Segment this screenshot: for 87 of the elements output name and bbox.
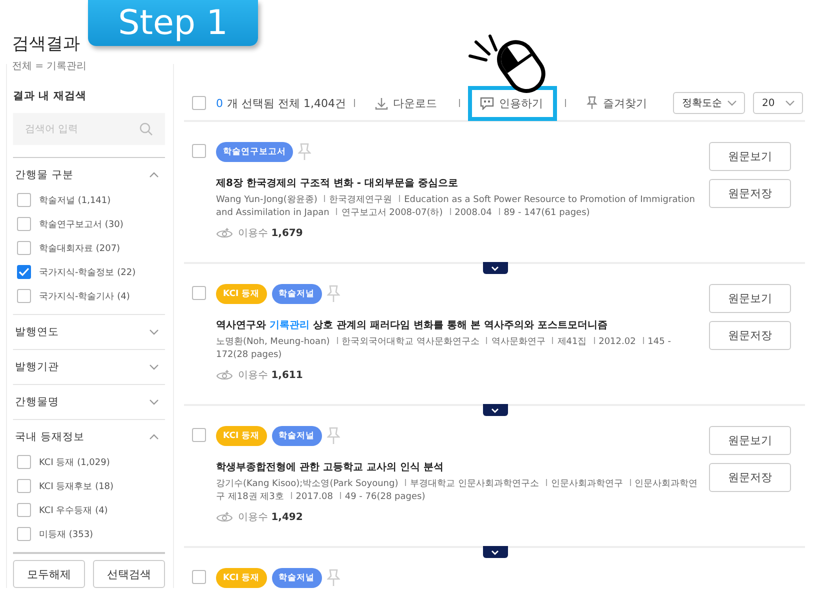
step-badge: Step 1 xyxy=(88,0,258,46)
eye-icon xyxy=(216,227,233,239)
filter-option[interactable]: KCI 등재 (1,029) xyxy=(39,456,110,468)
filter-option[interactable]: 국가지식-학술기사 (4) xyxy=(39,290,130,302)
checkbox[interactable] xyxy=(192,286,206,300)
filter-section-header[interactable]: 간행물명 xyxy=(13,385,165,419)
checkbox[interactable] xyxy=(17,193,31,207)
chevron-down-icon xyxy=(491,550,499,554)
chevron-up-icon xyxy=(149,172,159,178)
save-original-button[interactable]: 원문저장 xyxy=(709,179,791,208)
save-original-button[interactable]: 원문저장 xyxy=(709,463,791,492)
filter-option[interactable]: KCI 등재후보 (18) xyxy=(39,480,114,492)
filter-option[interactable]: KCI 우수등재 (4) xyxy=(39,504,108,516)
chevron-down-icon xyxy=(149,329,159,335)
chevron-down-icon xyxy=(491,408,499,412)
checkbox[interactable] xyxy=(192,570,206,584)
refine-search-label: 결과 내 재검색 xyxy=(13,89,88,103)
checkbox[interactable] xyxy=(17,527,31,541)
filter-section-header[interactable]: 발행기관 xyxy=(13,350,165,384)
checkbox[interactable] xyxy=(192,144,206,158)
checkbox[interactable] xyxy=(17,503,31,517)
checkbox[interactable] xyxy=(192,428,206,442)
result-metadata: 노명환(Noh, Meung-hoan) 한국외국어대학교 역사문화연구소 역사문화연구 제41집 2012.02 145 - 172(28 pages) xyxy=(216,336,672,362)
category-tag: 학술연구보고서 xyxy=(216,142,293,162)
chevron-down-icon xyxy=(149,364,159,370)
filter-option[interactable]: 학술저널 (1,141) xyxy=(39,194,111,206)
search-selected-button[interactable]: 선택검색 xyxy=(93,560,165,588)
page-size-dropdown[interactable]: 20 xyxy=(753,92,803,114)
checkbox[interactable] xyxy=(192,96,206,110)
filter-option[interactable]: 국가지식-학술정보 (22) xyxy=(39,266,136,278)
selected-count: 0 xyxy=(216,96,223,110)
pin-icon[interactable] xyxy=(326,427,340,445)
clear-all-button[interactable]: 모두해제 xyxy=(13,560,85,588)
checkbox[interactable] xyxy=(17,241,31,255)
checkbox[interactable] xyxy=(17,289,31,303)
view-original-button[interactable]: 원문보기 xyxy=(709,426,791,455)
result-title[interactable]: 제8장 한국경제의 구조적 변화 - 대외부문을 중심으로 xyxy=(216,176,709,190)
view-count: 이용수 1,611 xyxy=(238,369,303,382)
pin-icon[interactable] xyxy=(326,285,340,303)
search-query-text: 전체 = 기록관리 xyxy=(12,60,88,73)
result-metadata: 강기수(Kang Kisoo);박소영(Park Soyoung) 부경대학교 인문사회과학연구소 인문사회과학연구 인문사회과학연구 제18권 제3호 2017.08 49 - 76(28 pages) xyxy=(216,478,699,504)
filter-option[interactable]: 미등재 (353) xyxy=(39,528,94,540)
chevron-up-icon xyxy=(149,434,159,440)
expand-button[interactable] xyxy=(482,546,508,558)
chevron-down-icon xyxy=(785,100,795,106)
pin-icon[interactable] xyxy=(326,569,340,587)
expand-button[interactable] xyxy=(482,262,508,274)
category-tag: 학술저널 xyxy=(272,426,322,446)
favorite-button[interactable]: 즐겨찾기 xyxy=(574,86,661,120)
pin-icon xyxy=(586,96,598,110)
chevron-down-icon xyxy=(491,266,499,270)
search-icon xyxy=(139,122,153,136)
view-original-button[interactable]: 원문보기 xyxy=(709,142,791,171)
expand-button[interactable] xyxy=(482,404,508,416)
category-tag: KCI 등재 xyxy=(216,284,267,304)
download-icon xyxy=(374,96,388,110)
checkbox[interactable] xyxy=(17,455,31,469)
result-title[interactable]: 학생부종합전형에 관한 고등학교 교사의 인식 분석 xyxy=(216,460,709,474)
sort-dropdown[interactable]: 정확도순 xyxy=(673,92,745,114)
view-count: 이용수 1,679 xyxy=(238,227,303,240)
pin-icon[interactable] xyxy=(298,143,311,161)
result-summary: 개 선택됨 전체 1,404건 xyxy=(227,96,346,110)
filter-section-header[interactable]: 간행물 구분 xyxy=(13,158,165,192)
quote-bubble-icon xyxy=(480,96,494,110)
category-tag: 학술저널 xyxy=(272,284,322,304)
filter-option[interactable]: 학술대회자료 (207) xyxy=(39,242,120,254)
eye-icon xyxy=(216,369,233,381)
checkbox[interactable] xyxy=(17,479,31,493)
result-title[interactable]: 역사연구와 기록관리 상호 관계의 패러다임 변화를 통해 본 역사주의와 포스트모더니즘 xyxy=(216,318,709,332)
checkbox[interactable] xyxy=(17,217,31,231)
filter-section-header[interactable]: 국내 등재정보 xyxy=(13,420,165,454)
category-tag: 학술저널 xyxy=(272,568,322,588)
eye-icon xyxy=(216,511,233,523)
view-original-button[interactable]: 원문보기 xyxy=(709,284,791,313)
category-tag: KCI 등재 xyxy=(216,568,267,588)
save-original-button[interactable]: 원문저장 xyxy=(709,321,791,350)
download-button[interactable]: 다운로드 xyxy=(362,86,451,120)
filter-section-header[interactable]: 발행연도 xyxy=(13,315,165,349)
filter-option[interactable]: 학술연구보고서 (30) xyxy=(39,218,124,230)
view-count: 이용수 1,492 xyxy=(238,511,303,524)
page-title: 검색결과 xyxy=(12,33,81,55)
result-metadata: Wang Yun-Jong(왕윤종) 한국경제연구원 Education as a Soft Power Resource to Promotion of Immigration and Assimilation in Japan 연구보고서 2008-07(하) 2008.04 89 - 147(61 pages) xyxy=(216,194,696,220)
search-field[interactable]: 검색어 입력 xyxy=(13,113,165,145)
category-tag: KCI 등재 xyxy=(216,426,267,446)
checkbox[interactable] xyxy=(17,265,31,279)
chevron-down-icon xyxy=(727,100,737,106)
chevron-down-icon xyxy=(149,399,159,405)
